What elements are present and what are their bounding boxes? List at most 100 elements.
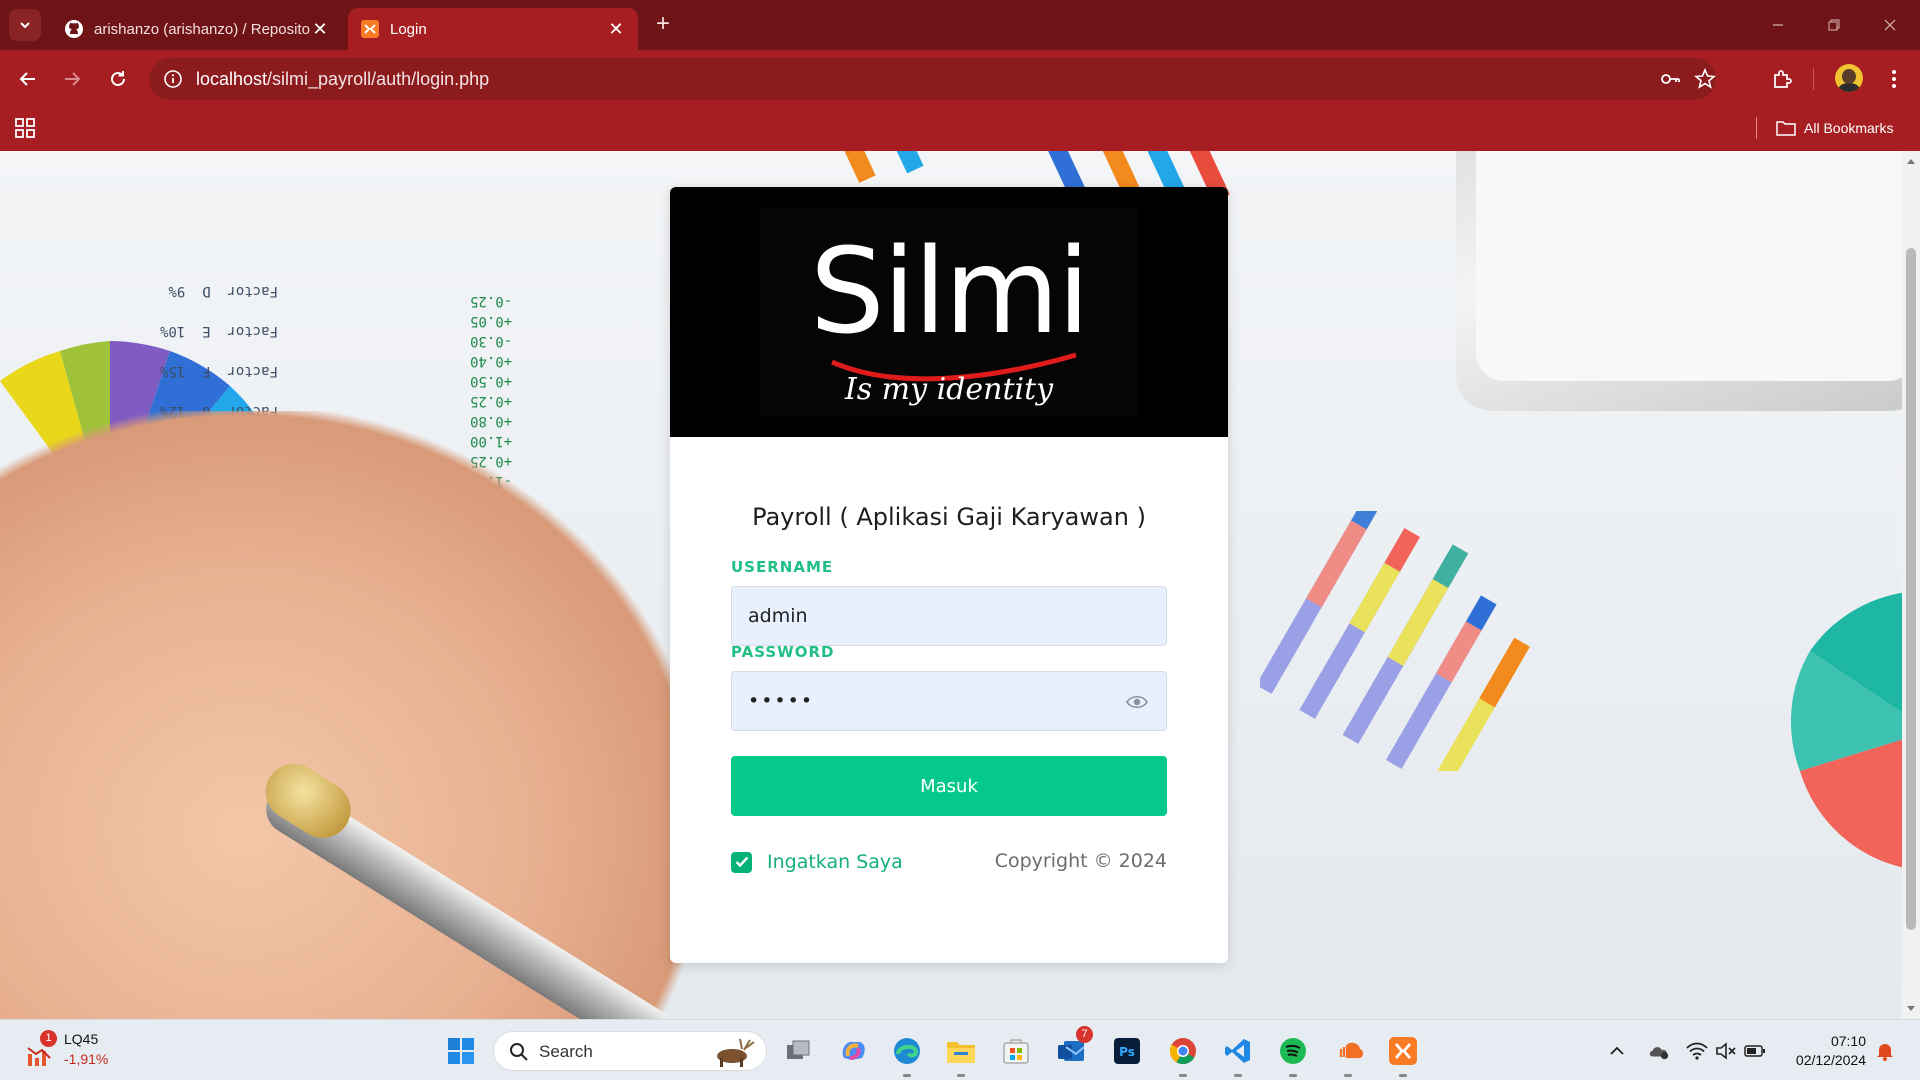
vscode-icon[interactable] [1221,1034,1255,1077]
tab-title: arishanzo (arishanzo) / Repository [94,20,310,38]
minimize-icon [1773,24,1783,26]
restore-button[interactable] [1814,12,1854,38]
show-password-eye-icon[interactable] [1126,692,1148,712]
ms-store-icon[interactable] [999,1034,1033,1068]
url-text[interactable]: localhost/silmi_payroll/auth/login.php [196,69,489,90]
copyright-text: Copyright © 2024 [994,850,1167,872]
back-button[interactable] [13,64,43,94]
wifi-icon[interactable] [1686,1040,1708,1062]
bookmark-star-icon[interactable] [1694,68,1716,90]
login-submit-button[interactable]: Masuk [731,756,1167,816]
close-tab-icon[interactable]: ✕ [310,19,330,39]
bookmarks-separator [1756,117,1757,139]
stock-ticker: LQ45 [64,1031,99,1047]
extensions-icon[interactable] [1767,64,1797,94]
outlook-mail-icon[interactable]: 7 [1054,1026,1093,1068]
remember-me-label[interactable]: Ingatkan Saya [767,851,903,873]
close-tab-icon[interactable]: ✕ [606,19,626,39]
url-host: localhost [196,69,268,89]
username-input[interactable] [732,587,1166,645]
soundcloud-icon[interactable] [1331,1034,1365,1077]
password-input[interactable] [732,672,1166,730]
taskbar-search[interactable]: Search [493,1031,767,1071]
page-scrollbar[interactable] [1902,151,1920,1019]
all-bookmarks-button[interactable]: All Bookmarks [1776,116,1893,140]
clock-date: 02/12/2024 [1795,1052,1866,1068]
running-indicator [903,1074,911,1077]
tab-github[interactable]: arishanzo (arishanzo) / Repository ✕ [52,8,342,50]
avatar-face [1842,69,1856,84]
profile-avatar[interactable] [1835,64,1863,92]
scroll-down-arrow[interactable] [1907,1006,1915,1011]
running-indicator [1344,1074,1352,1077]
reload-icon [111,71,125,86]
notification-bell-icon[interactable] [1874,1040,1896,1062]
site-info-icon[interactable] [163,69,183,89]
remember-me-checkbox[interactable] [731,851,752,873]
url-path: /silmi_payroll/auth/login.php [267,69,490,89]
logo-wordmark: Silmi [810,222,1088,360]
password-field-wrapper [731,671,1167,731]
svg-text:Ps: Ps [1119,1045,1135,1059]
apps-grid-icon[interactable] [13,116,37,140]
scroll-up-arrow[interactable] [1907,159,1915,164]
forward-button[interactable] [57,64,87,94]
username-label: USERNAME [731,558,834,576]
background-right-pie [1790,592,1902,868]
silmi-logo: Silmi Is my identity [670,187,1228,437]
login-title: Payroll ( Aplikasi Gaji Karyawan ) [752,503,1146,531]
stock-widget[interactable]: 1 LQ45 -1,91% [20,1030,110,1072]
close-window-button[interactable] [1870,12,1910,38]
search-icon [510,1043,528,1061]
minimize-button[interactable] [1758,12,1798,38]
onedrive-sync-icon[interactable] [1648,1040,1670,1062]
stock-change: -1,91% [64,1051,109,1067]
chrome-icon[interactable] [1166,1034,1200,1077]
running-indicator [1399,1074,1407,1077]
search-highlight-moose-icon [717,1038,755,1067]
github-icon [64,19,84,39]
logo-tagline: Is my identity [844,372,1054,407]
windows-taskbar: 1 LQ45 -1,91% Search 7 Ps 07:10 02/12/20… [0,1019,1920,1080]
copilot-icon[interactable] [836,1034,870,1068]
running-indicator [1179,1074,1187,1077]
volume-muted-icon[interactable] [1715,1040,1737,1062]
battery-icon[interactable] [1744,1040,1766,1062]
password-label: PASSWORD [731,643,835,661]
photoshop-icon[interactable]: Ps [1110,1034,1144,1068]
reload-button[interactable] [103,64,133,94]
xampp-taskbar-icon[interactable] [1386,1034,1420,1077]
new-tab-button[interactable]: + [650,12,676,38]
task-view-icon[interactable] [782,1034,816,1068]
restore-icon [1828,19,1840,31]
tab-search-button[interactable] [9,9,41,41]
username-field-wrapper [731,586,1167,646]
page-viewport: Factor G 12% Factor F 15% Factor E 10% F… [0,151,1902,1019]
search-label: Search [539,1042,593,1061]
widget-notification-badge: 1 [40,1030,57,1047]
tab-bar: arishanzo (arishanzo) / Repository ✕ Log… [0,0,1920,50]
omnibox[interactable]: localhost/silmi_payroll/auth/login.php [149,58,1716,100]
windows-start-icon[interactable] [447,1037,475,1065]
file-explorer-icon[interactable] [944,1034,978,1077]
xampp-icon [360,19,380,39]
edge-browser-icon[interactable] [890,1034,924,1077]
remember-me-row[interactable]: Ingatkan Saya [731,847,903,877]
running-indicator [957,1074,965,1077]
close-icon [1884,19,1896,31]
password-key-icon[interactable] [1659,68,1681,90]
mail-badge: 7 [1076,1026,1093,1043]
back-arrow-icon [19,72,35,86]
login-card: Silmi Is my identity Payroll ( Aplikasi … [670,187,1228,963]
background-laptop-screen [1476,151,1902,381]
tab-login[interactable]: Login ✕ [348,8,638,50]
avatar-body [1838,83,1860,92]
all-bookmarks-label: All Bookmarks [1804,120,1894,136]
address-bar-row: localhost/silmi_payroll/auth/login.php [0,50,1920,108]
taskbar-clock[interactable]: 07:10 02/12/2024 [1776,1032,1866,1070]
spotify-icon[interactable] [1276,1034,1310,1077]
scrollbar-thumb[interactable] [1906,248,1916,930]
show-hidden-icons-chevron-icon[interactable] [1606,1040,1628,1062]
bookmarks-bar: All Bookmarks [0,108,1920,151]
menu-kebab-icon[interactable] [1879,64,1909,94]
